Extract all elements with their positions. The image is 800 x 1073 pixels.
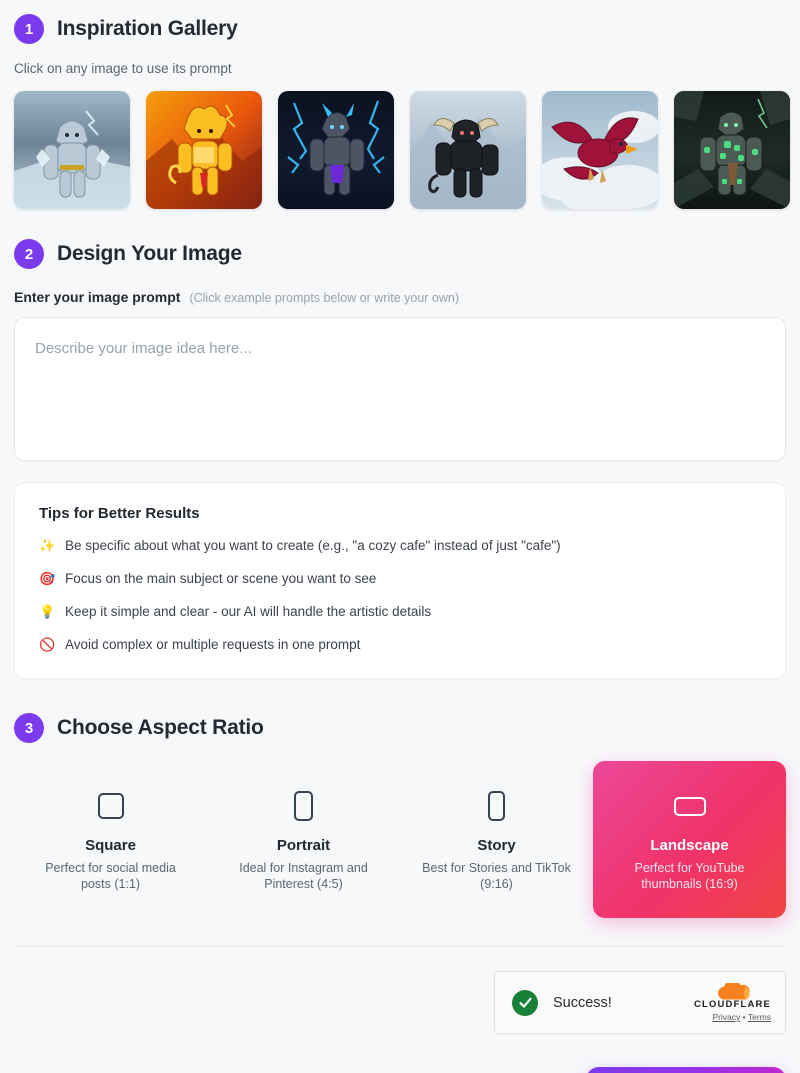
tip-item: ✨ Be specific about what you want to cre… <box>39 537 761 555</box>
gallery-image-black-minotaur[interactable] <box>410 91 526 209</box>
tip-item: 🚫 Avoid complex or multiple requests in … <box>39 636 761 654</box>
red-griffin-art <box>542 91 658 209</box>
links-separator: • <box>742 1012 746 1022</box>
gallery-hint: Click on any image to use its prompt <box>14 61 232 76</box>
gallery-header: 1 Inspiration Gallery <box>14 14 786 44</box>
aspect-option-desc: Perfect for social media posts (1:1) <box>45 861 176 891</box>
step-badge-3: 3 <box>14 713 44 743</box>
tips-card: Tips for Better Results ✨ Be specific ab… <box>14 482 786 679</box>
privacy-link[interactable]: Privacy <box>712 1012 740 1022</box>
fire-lion-beast-art <box>146 91 262 209</box>
story-ratio-icon <box>488 789 505 823</box>
aspect-option-desc: Ideal for Instagram and Pinterest (4:5) <box>239 861 368 891</box>
ice-brute-art <box>14 91 130 209</box>
tip-item: 🎯 Focus on the main subject or scene you… <box>39 570 761 588</box>
aspect-option-name: Portrait <box>276 837 331 854</box>
sparkles-icon: ✨ <box>39 538 56 553</box>
cloudflare-brand: CLOUDFLARE Privacy • Terms <box>694 983 771 1022</box>
cta-row: 🪄 Create Image <box>14 1067 786 1073</box>
cloudflare-cloud-icon <box>717 983 750 1000</box>
lightning-beast-art <box>278 91 394 209</box>
gallery-image-ice-brute[interactable] <box>14 91 130 209</box>
design-your-image-section: 2 Design Your Image Enter your image pro… <box>14 239 786 679</box>
aspect-ratio-options: Square Perfect for social media posts (1… <box>14 761 786 918</box>
gallery-strip <box>14 91 790 209</box>
step-badge-2: 2 <box>14 239 44 269</box>
gallery-title: Inspiration Gallery <box>57 17 238 40</box>
tip-text: Avoid complex or multiple requests in on… <box>65 637 361 652</box>
lightbulb-icon: 💡 <box>39 604 56 619</box>
aspect-option-story[interactable]: Story Best for Stories and TikTok (9:16) <box>400 767 593 912</box>
step-badge-1: 1 <box>14 14 44 44</box>
design-header: 2 Design Your Image <box>14 239 786 269</box>
aspect-option-name: Square <box>85 837 136 854</box>
turnstile-status: Success! <box>553 994 612 1011</box>
footer-divider <box>14 946 786 947</box>
design-title: Design Your Image <box>57 242 242 265</box>
tips-title: Tips for Better Results <box>39 505 200 522</box>
prohibited-icon: 🚫 <box>39 637 56 652</box>
inspiration-gallery-section: 1 Inspiration Gallery Click on any image… <box>14 0 790 209</box>
cloudflare-turnstile-widget[interactable]: Success! CLOUDFLARE Privacy • Terms <box>494 971 786 1034</box>
aspect-option-name: Landscape <box>650 837 729 854</box>
stone-golem-art <box>674 91 790 209</box>
terms-link[interactable]: Terms <box>748 1012 771 1022</box>
turnstile-row: Success! CLOUDFLARE Privacy • Terms <box>14 971 786 1034</box>
tip-text: Be specific about what you want to creat… <box>65 538 561 553</box>
aspect-option-desc: Best for Stories and TikTok (9:16) <box>422 861 571 891</box>
gallery-image-stone-golem[interactable] <box>674 91 790 209</box>
tip-item: 💡 Keep it simple and clear - our AI will… <box>39 603 761 621</box>
cloudflare-logo: CLOUDFLARE <box>694 983 771 1010</box>
prompt-sublabel: (Click example prompts below or write yo… <box>189 291 459 305</box>
gallery-image-red-griffin[interactable] <box>542 91 658 209</box>
square-ratio-icon <box>97 789 124 823</box>
cloudflare-wordmark: CLOUDFLARE <box>694 999 771 1010</box>
aspect-title: Choose Aspect Ratio <box>57 716 264 739</box>
portrait-ratio-icon <box>294 789 313 823</box>
aspect-option-desc: Perfect for YouTube thumbnails (16:9) <box>634 861 745 891</box>
aspect-option-name: Story <box>477 837 516 854</box>
prompt-input[interactable] <box>14 317 786 461</box>
prompt-label-row: Enter your image prompt (Click example p… <box>14 289 786 305</box>
prompt-label: Enter your image prompt <box>14 289 181 305</box>
landscape-ratio-icon <box>673 789 706 823</box>
aspect-option-portrait[interactable]: Portrait Ideal for Instagram and Pintere… <box>207 767 400 912</box>
aspect-option-square[interactable]: Square Perfect for social media posts (1… <box>14 767 207 912</box>
tip-text: Keep it simple and clear - our AI will h… <box>65 604 432 619</box>
choose-aspect-ratio-section: 3 Choose Aspect Ratio Square Perfect for… <box>14 713 786 918</box>
target-icon: 🎯 <box>39 571 56 586</box>
gallery-image-fire-lion-beast[interactable] <box>146 91 262 209</box>
success-check-icon <box>512 989 538 1016</box>
image-generator-page: 1 Inspiration Gallery Click on any image… <box>0 0 800 1073</box>
turnstile-links: Privacy • Terms <box>694 1012 771 1022</box>
create-image-button[interactable]: 🪄 Create Image <box>586 1067 786 1073</box>
tip-text: Focus on the main subject or scene you w… <box>65 571 377 586</box>
aspect-header: 3 Choose Aspect Ratio <box>14 713 786 743</box>
gallery-image-lightning-beast[interactable] <box>278 91 394 209</box>
aspect-option-landscape[interactable]: Landscape Perfect for YouTube thumbnails… <box>593 761 786 918</box>
black-minotaur-art <box>410 91 526 209</box>
